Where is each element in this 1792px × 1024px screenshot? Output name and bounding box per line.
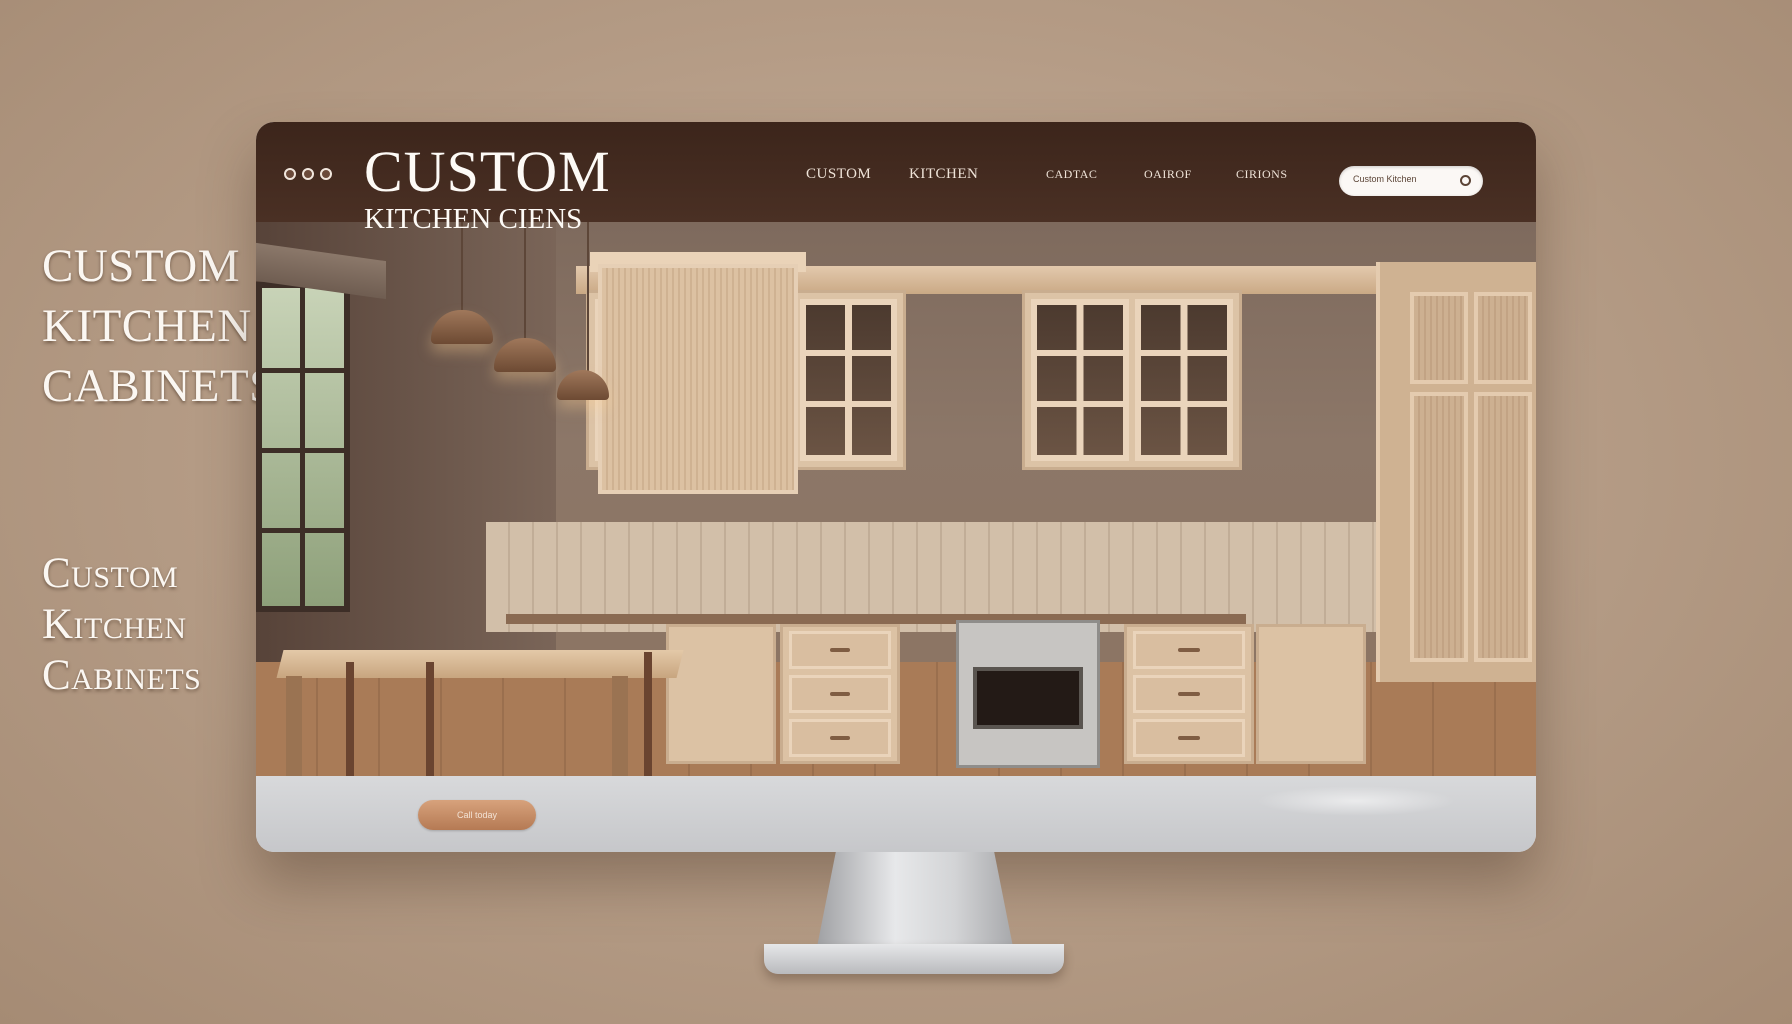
site-header: CUSTOM KITCHEN CIENS CUSTOM KITCHEN CADT…	[256, 122, 1536, 234]
search-icon[interactable]	[1460, 175, 1471, 186]
monitor: CUSTOM KITCHEN CIENS CUSTOM KITCHEN CADT…	[256, 122, 1536, 852]
search-input[interactable]: Custom Kitchen	[1339, 166, 1483, 196]
dining-table	[276, 650, 684, 678]
pendant-cord	[461, 222, 463, 312]
monitor-chin: Call today	[256, 776, 1536, 852]
pantry-panel	[1474, 392, 1532, 662]
drawer	[789, 675, 891, 713]
hero-kitchen-image	[256, 222, 1536, 776]
glass-door	[1135, 299, 1233, 461]
drawer	[789, 719, 891, 757]
window-mullion	[262, 528, 344, 533]
lower-drawers	[1124, 624, 1254, 764]
nav-item-cirions[interactable]: CIRIONS	[1236, 167, 1288, 182]
pendant-cord	[587, 222, 589, 372]
wall-heading-line: CABINETS	[42, 360, 276, 412]
drawer	[1133, 675, 1245, 713]
wall-heading-line: Custom	[42, 550, 179, 597]
screen-glare	[1256, 786, 1456, 816]
upper-cabinet-right	[1022, 290, 1242, 470]
lower-cabinet	[1256, 624, 1366, 764]
nav-item-oairof[interactable]: OAIROF	[1144, 167, 1192, 182]
window-mullion	[262, 448, 344, 453]
oven-window	[973, 667, 1083, 729]
window-dot-icon[interactable]	[284, 168, 296, 180]
cta-button[interactable]: Call today	[418, 800, 536, 830]
range-hood	[598, 264, 798, 494]
window-controls	[284, 168, 332, 180]
nav-item-kitchen[interactable]: KITCHEN	[909, 166, 978, 183]
site-logo[interactable]: CUSTOM KITCHEN CIENS	[364, 139, 611, 235]
nav-item-custom[interactable]: CUSTOM	[806, 166, 871, 183]
window-dot-icon[interactable]	[302, 168, 314, 180]
pendant-cord	[524, 222, 526, 340]
lower-cabinet	[666, 624, 776, 764]
monitor-base	[764, 944, 1064, 974]
drawer	[1133, 719, 1245, 757]
glass-door	[800, 299, 898, 461]
wall-heading-line: KITCHEN	[42, 300, 252, 352]
wall-heading-secondary: Custom Kitchen Cabinets	[42, 548, 201, 701]
monitor-stand	[816, 852, 1014, 952]
window-mullion	[262, 368, 344, 373]
drawer	[789, 631, 891, 669]
pantry-panel	[1410, 292, 1468, 384]
monitor-screen: CUSTOM KITCHEN CIENS CUSTOM KITCHEN CADT…	[256, 122, 1536, 776]
wall-heading-line: Kitchen	[42, 601, 187, 648]
glass-door	[1031, 299, 1129, 461]
chair	[346, 662, 354, 776]
brand-subtitle: KITCHEN CIENS	[364, 203, 583, 235]
wall-heading-line: Cabinets	[42, 652, 202, 699]
kitchen-window	[256, 282, 350, 612]
table-leg	[286, 676, 302, 776]
pantry-cabinet	[1376, 262, 1536, 682]
table-leg	[612, 676, 628, 776]
chair	[426, 662, 434, 776]
nav-item-cadtac[interactable]: CADTAC	[1046, 167, 1097, 182]
wall-heading-line: CUSTOM	[42, 240, 241, 292]
drawer	[1133, 631, 1245, 669]
brand-title: CUSTOM	[364, 139, 611, 204]
countertop	[506, 614, 1246, 624]
window-mullion	[300, 288, 305, 606]
pantry-panel	[1410, 392, 1468, 662]
oven	[956, 620, 1100, 768]
search-value: Custom Kitchen	[1353, 174, 1417, 184]
pantry-panel	[1474, 292, 1532, 384]
lower-drawers	[780, 624, 900, 764]
wall-heading-primary: CUSTOM KITCHEN CABINETS	[42, 236, 276, 416]
chair	[644, 652, 652, 776]
window-dot-icon[interactable]	[320, 168, 332, 180]
